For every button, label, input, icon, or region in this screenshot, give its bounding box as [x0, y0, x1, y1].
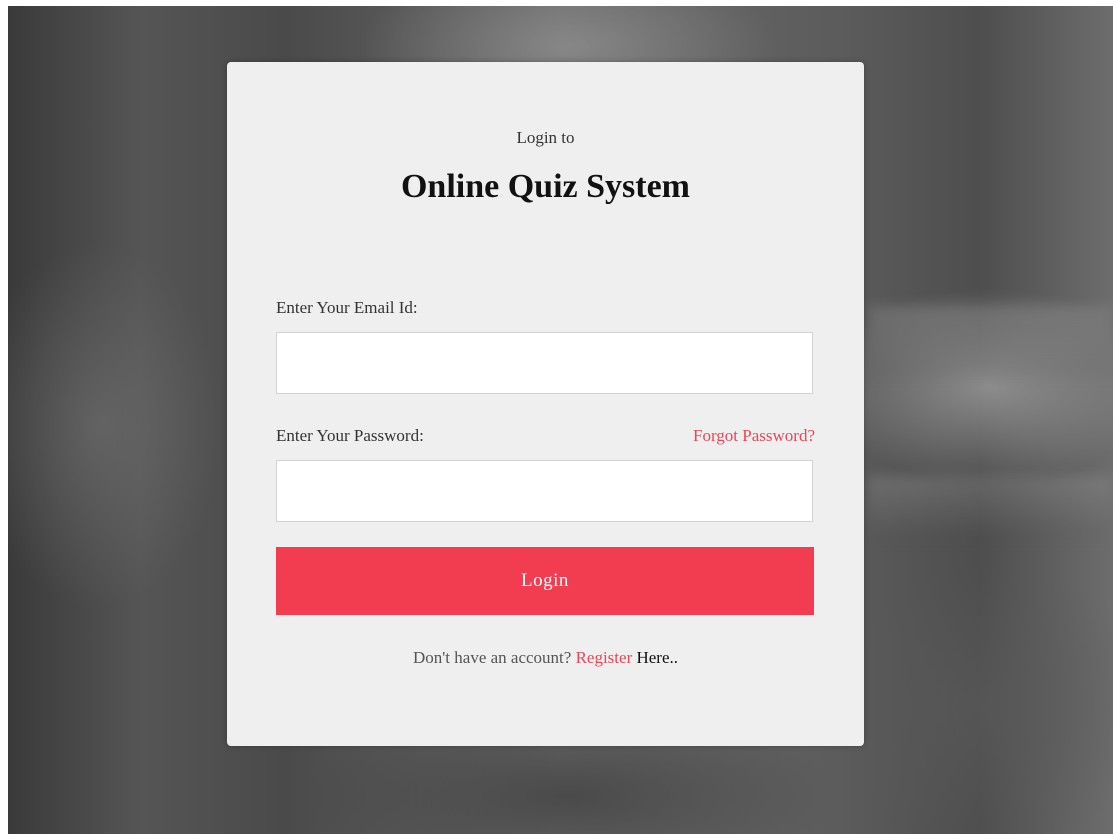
login-button[interactable]: Login — [276, 547, 814, 615]
background-shape — [868, 476, 1113, 536]
password-field[interactable] — [276, 460, 813, 522]
register-prompt-text: Don't have an account? — [412, 648, 576, 667]
background-shape — [868, 306, 1113, 376]
register-suffix-text: Here.. — [632, 648, 679, 667]
register-link[interactable]: Register — [576, 648, 633, 667]
email-field[interactable] — [276, 332, 813, 394]
login-subtitle: Login to — [516, 128, 575, 147]
password-label: Enter Your Password: — [276, 426, 424, 445]
forgot-password-link[interactable]: Forgot Password? — [693, 426, 815, 446]
register-prompt: Don't have an account? Register Here.. — [227, 648, 864, 668]
email-label: Enter Your Email Id: — [276, 298, 418, 317]
login-card: Login to Online Quiz System Enter Your E… — [227, 62, 864, 746]
page-title: Online Quiz System — [400, 168, 691, 205]
